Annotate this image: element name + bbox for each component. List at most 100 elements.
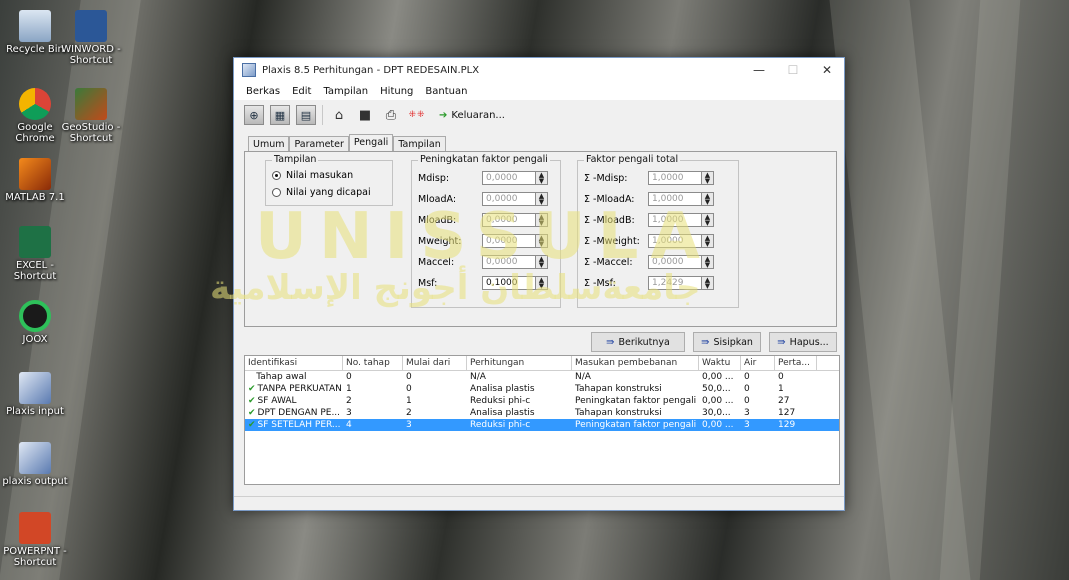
maximize-button[interactable]: ☐: [776, 58, 810, 82]
minimize-button[interactable]: —: [742, 58, 776, 82]
total-mloadb-value: 1,0000: [648, 213, 702, 227]
table-row[interactable]: ✔ DPT DENGAN PE... 3 2 Analisa plastis Tahapa…: [245, 407, 839, 419]
next-button[interactable]: ⇛ Berikutnya: [591, 332, 685, 352]
field-label: Σ -Mweight:: [584, 235, 640, 247]
table-row[interactable]: ✔ SF SETELAH PER... 4 3 Reduksi phi-c Peningk…: [245, 419, 839, 431]
tab-parameter[interactable]: Parameter: [289, 136, 349, 152]
spin-icon[interactable]: ▲ ▼: [536, 276, 548, 290]
close-button[interactable]: ✕: [810, 58, 844, 82]
radio-nilai-masukan[interactable]: Nilai masukan: [272, 170, 353, 181]
cell-text: 1: [346, 384, 352, 394]
spin-icon[interactable]: ▲ ▼: [536, 192, 548, 206]
go-to-input-icon[interactable]: ⊕: [244, 105, 264, 125]
table-cell-water: 0: [741, 383, 775, 395]
output-program-icon[interactable]: ▦: [270, 105, 290, 125]
spin-icon[interactable]: ▲ ▼: [536, 234, 548, 248]
menu-berkas[interactable]: Berkas: [240, 86, 286, 97]
desktop-icon-label: WINWORD - Shortcut: [61, 44, 121, 66]
spin-icon[interactable]: ▲ ▼: [536, 213, 548, 227]
mdisp-input[interactable]: 0,0000: [482, 171, 536, 185]
total-mweight: Σ -Mweight: 1,0000 ▲ ▼: [584, 233, 714, 249]
tab-umum[interactable]: Umum: [248, 136, 290, 152]
cell-text: 0: [778, 372, 784, 382]
select-points-icon[interactable]: ⁜⁜: [407, 105, 427, 125]
radio-unselected-icon: [272, 188, 281, 197]
table-cell-id: ✔ SF SETELAH PER...: [245, 419, 343, 431]
tab-tampilan[interactable]: Tampilan: [393, 136, 446, 152]
col-air[interactable]: Air: [741, 356, 775, 370]
table-cell-id: ✔ TANPA PERKUATAN: [245, 383, 343, 395]
print-icon[interactable]: ⎙: [381, 105, 401, 125]
spin-icon[interactable]: ▲ ▼: [536, 171, 548, 185]
table-cell-calc: Analisa plastis: [467, 383, 572, 395]
desktop-icon-matlab[interactable]: MATLAB 7.1: [0, 158, 70, 203]
desktop-icon-winword[interactable]: WINWORD - Shortcut: [56, 10, 126, 66]
col-masukan-pembebanan[interactable]: Masukan pembebanan: [572, 356, 699, 370]
desktop-icon-label: plaxis output: [2, 476, 68, 487]
mweight-input[interactable]: 0,0000: [482, 234, 536, 248]
table-cell-id: Tahap awal: [245, 371, 343, 383]
field-mweight: Mweight: 0,0000 ▲ ▼: [418, 233, 548, 249]
cell-text: 2: [406, 408, 412, 418]
curves-program-icon[interactable]: ▤: [296, 105, 316, 125]
cell-text: 0: [406, 384, 412, 394]
desktop-icon-powerpnt[interactable]: POWERPNT - Shortcut: [0, 512, 70, 568]
toolbar: ⊕ ▦ ▤ ⌂ ■ ⎙ ⁜⁜ ➔ Keluaran...: [234, 100, 844, 130]
col-perta[interactable]: Perta...: [775, 356, 817, 370]
msf-input[interactable]: 0,1000: [482, 276, 536, 290]
open-folder-icon[interactable]: ⌂: [329, 105, 349, 125]
desktop-icon-excel[interactable]: EXCEL - Shortcut: [0, 226, 70, 282]
cell-text: 0,00 ...: [702, 396, 734, 406]
output-button[interactable]: ➔ Keluaran...: [433, 105, 511, 125]
table-cell-time: 0,00 ...: [699, 419, 741, 431]
table-cell-load: Tahapan konstruksi: [572, 407, 699, 419]
tab-pengali[interactable]: Pengali: [348, 134, 394, 152]
col-waktu[interactable]: Waktu: [699, 356, 741, 370]
delete-phase-icon: ⇛: [777, 336, 786, 348]
menu-bantuan[interactable]: Bantuan: [419, 86, 473, 97]
mloada-input[interactable]: 0,0000: [482, 192, 536, 206]
table-row[interactable]: Tahap awal 0 0 N/A N/A 0,00 ... 0 0: [245, 371, 839, 383]
radio-nilai-dicapai-label: Nilai yang dicapai: [286, 187, 371, 198]
menu-hitung[interactable]: Hitung: [374, 86, 419, 97]
field-label: MloadA:: [418, 193, 457, 205]
delete-button[interactable]: ⇛ Hapus...: [769, 332, 837, 352]
save-icon[interactable]: ■: [355, 105, 375, 125]
col-no-tahap[interactable]: No. tahap: [343, 356, 403, 370]
table-cell-calc: Reduksi phi-c: [467, 419, 572, 431]
cell-text: Analisa plastis: [470, 384, 535, 394]
cell-text: 0: [744, 372, 750, 382]
col-identifikasi[interactable]: Identifikasi: [245, 356, 343, 370]
desktop-icon-label: GeoStudio - Shortcut: [61, 122, 121, 144]
maccel-input[interactable]: 0,0000: [482, 255, 536, 269]
cell-text: Reduksi phi-c: [470, 396, 531, 406]
checkmark-icon: ✔: [248, 420, 256, 430]
powerpoint-icon: [19, 512, 51, 544]
desktop-icon-geostudio[interactable]: GeoStudio - Shortcut: [56, 88, 126, 144]
window-title: Plaxis 8.5 Perhitungan - DPT REDESAIN.PL…: [262, 64, 480, 76]
total-mloadb: Σ -MloadB: 1,0000 ▲ ▼: [584, 212, 714, 228]
field-msf: Msf: 0,1000 ▲ ▼: [418, 275, 548, 291]
desktop-icon-plaxis-input[interactable]: Plaxis input: [0, 372, 70, 417]
radio-nilai-dicapai[interactable]: Nilai yang dicapai: [272, 187, 371, 198]
cell-text: 30,0...: [702, 408, 731, 418]
field-label: Mweight:: [418, 235, 462, 247]
col-perhitungan[interactable]: Perhitungan: [467, 356, 572, 370]
arrow-right-icon: ➔: [439, 109, 448, 121]
window-titlebar[interactable]: Plaxis 8.5 Perhitungan - DPT REDESAIN.PL…: [234, 58, 844, 82]
joox-icon: [19, 300, 51, 332]
table-row[interactable]: ✔ SF AWAL 2 1 Reduksi phi-c Peningkatan fakto…: [245, 395, 839, 407]
field-maccel: Maccel: 0,0000 ▲ ▼: [418, 254, 548, 270]
table-cell-step: 27: [775, 395, 817, 407]
plaxis-output-icon: [19, 442, 51, 474]
table-row[interactable]: ✔ TANPA PERKUATAN 1 0 Analisa plastis Tahapan…: [245, 383, 839, 395]
insert-button[interactable]: ⇛ Sisipkan: [693, 332, 761, 352]
cell-text: 127: [778, 408, 796, 418]
menu-edit[interactable]: Edit: [286, 86, 317, 97]
menu-tampilan[interactable]: Tampilan: [317, 86, 374, 97]
mloadb-input[interactable]: 0,0000: [482, 213, 536, 227]
desktop-icon-joox[interactable]: JOOX: [0, 300, 70, 345]
spin-icon[interactable]: ▲ ▼: [536, 255, 548, 269]
desktop-icon-plaxis-output[interactable]: plaxis output: [0, 442, 70, 487]
col-mulai-dari[interactable]: Mulai dari: [403, 356, 467, 370]
